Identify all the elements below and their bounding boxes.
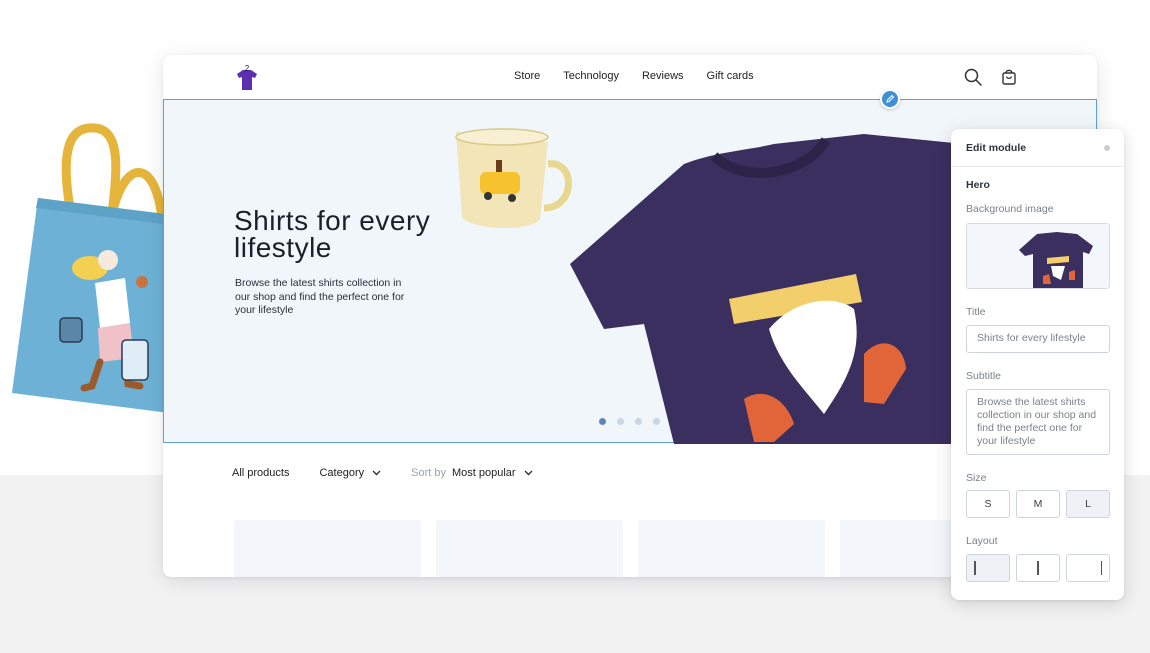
layout-option-right[interactable] <box>1066 554 1110 582</box>
align-center-icon <box>1037 561 1039 575</box>
chevron-down-icon <box>372 470 381 476</box>
nav-reviews[interactable]: Reviews <box>642 70 684 82</box>
carousel-dot-4[interactable] <box>653 418 660 425</box>
nav-gift-cards[interactable]: Gift cards <box>707 70 754 82</box>
carousel-dot-3[interactable] <box>635 418 642 425</box>
nav-store[interactable]: Store <box>514 70 540 82</box>
pencil-icon <box>886 94 895 103</box>
shopping-bag-icon[interactable] <box>999 67 1019 87</box>
product-card-placeholder[interactable] <box>638 520 825 577</box>
size-option-m[interactable]: M <box>1016 490 1060 518</box>
logo-badge: 2 <box>245 64 250 73</box>
nav-technology[interactable]: Technology <box>563 70 619 82</box>
sort-dropdown[interactable]: Sort by Most popular <box>411 467 533 479</box>
sort-label: Sort by <box>411 467 446 479</box>
background-thumbnail <box>1019 232 1093 288</box>
size-label: Size <box>966 472 987 484</box>
background-image-label: Background image <box>966 203 1054 215</box>
edit-module-button[interactable] <box>880 89 900 109</box>
all-products-filter[interactable]: All products <box>232 467 289 479</box>
align-left-icon <box>974 561 976 575</box>
top-navigation: 2 Store Technology Reviews Gift cards <box>163 55 1097 99</box>
title-label: Title <box>966 306 986 318</box>
product-grid <box>234 520 1027 577</box>
category-dropdown[interactable]: Category <box>319 467 381 479</box>
chevron-down-icon <box>524 470 533 476</box>
tshirt-illustration <box>570 134 964 444</box>
carousel-dot-2[interactable] <box>617 418 624 425</box>
sort-value: Most popular <box>451 467 516 479</box>
panel-section-title: Hero <box>966 179 990 191</box>
product-card-placeholder[interactable] <box>234 520 421 577</box>
mug-illustration <box>455 128 572 229</box>
category-label: Category <box>319 467 365 479</box>
all-products-label: All products <box>232 467 290 479</box>
product-filters: All products Category Sort by Most popul… <box>232 467 533 479</box>
product-card-placeholder[interactable] <box>436 520 623 577</box>
logo-shirt-icon[interactable]: 2 <box>233 64 261 92</box>
layout-option-left[interactable] <box>966 554 1010 582</box>
layout-label: Layout <box>966 535 998 547</box>
size-option-s[interactable]: S <box>966 490 1010 518</box>
title-input[interactable]: Shirts for every lifestyle <box>966 325 1110 353</box>
layout-option-center[interactable] <box>1016 554 1060 582</box>
nav-links: Store Technology Reviews Gift cards <box>514 70 754 82</box>
panel-title: Edit module <box>966 142 1027 154</box>
subtitle-textarea[interactable]: Browse the latest shirts collection in o… <box>966 389 1110 455</box>
background-image-picker[interactable] <box>966 223 1110 289</box>
size-selector: S M L <box>966 490 1110 518</box>
layout-selector <box>966 554 1110 582</box>
size-option-l[interactable]: L <box>1066 490 1110 518</box>
hero-subtitle: Browse the latest shirts collection in o… <box>235 277 405 316</box>
panel-header: Edit module <box>951 129 1124 167</box>
carousel-dot-1[interactable] <box>599 418 606 425</box>
carousel-dots <box>599 418 660 425</box>
edit-module-panel: Edit module Hero Background image Title … <box>951 129 1124 600</box>
align-right-icon <box>1100 561 1102 575</box>
close-icon[interactable] <box>1104 145 1110 151</box>
subtitle-label: Subtitle <box>966 370 1002 382</box>
search-icon[interactable] <box>963 67 983 87</box>
